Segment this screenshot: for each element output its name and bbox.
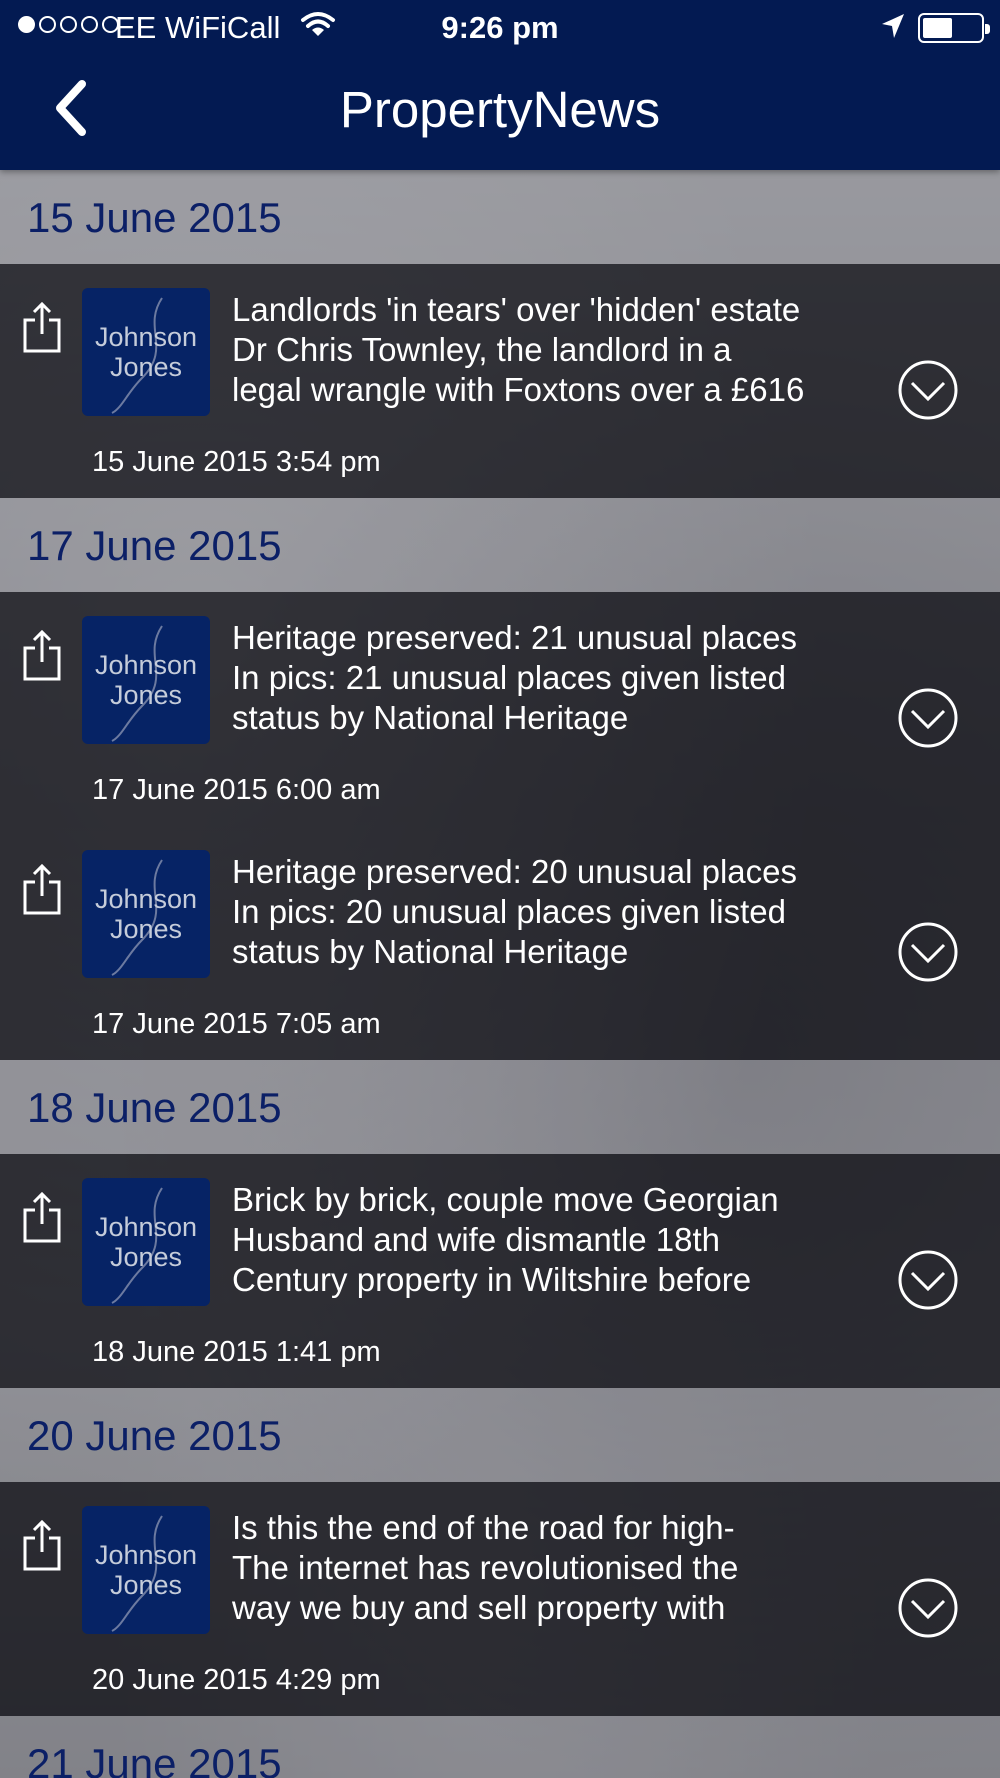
date-header: 17 June 2015 bbox=[0, 498, 1000, 592]
news-summary-line: The internet has revolutionised the bbox=[232, 1549, 739, 1586]
news-summary-line: legal wrangle with Foxtons over a £616 bbox=[232, 371, 805, 408]
news-timestamp: 15 June 2015 3:54 pm bbox=[92, 446, 381, 478]
logo-line1: Johnson bbox=[94, 884, 198, 914]
news-summary-line: In pics: 21 unusual places given listed bbox=[232, 659, 787, 696]
news-item[interactable]: Johnson Jones Heritage preserved: 21 unu… bbox=[0, 592, 1000, 826]
johnson-jones-logo: Johnson Jones bbox=[82, 1506, 210, 1634]
news-text: Heritage preserved: 20 unusual places In… bbox=[232, 852, 892, 972]
news-summary-line: Dr Chris Townley, the landlord in a bbox=[232, 331, 732, 368]
share-icon[interactable] bbox=[22, 628, 62, 682]
news-summary-line: status by National Heritage bbox=[232, 699, 629, 736]
news-text: Heritage preserved: 21 unusual places In… bbox=[232, 618, 892, 738]
logo-line2: Jones bbox=[109, 1570, 183, 1600]
news-timestamp: 17 June 2015 6:00 am bbox=[92, 774, 381, 806]
logo-line1: Johnson bbox=[94, 650, 198, 680]
logo-line1: Johnson bbox=[94, 1540, 198, 1570]
logo-line2: Jones bbox=[109, 914, 183, 944]
news-title: Brick by brick, couple move Georgian bbox=[232, 1181, 779, 1218]
news-summary-line: way we buy and sell property with bbox=[232, 1589, 726, 1626]
battery-nub bbox=[985, 24, 990, 34]
chevron-down-circle-icon[interactable] bbox=[897, 1577, 959, 1639]
news-text: Brick by brick, couple move Georgian Hus… bbox=[232, 1180, 892, 1300]
news-item[interactable]: Johnson Jones Brick by brick, couple mov… bbox=[0, 1154, 1000, 1388]
news-summary-line: Husband and wife dismantle 18th bbox=[232, 1221, 720, 1258]
johnson-jones-logo: Johnson Jones bbox=[82, 850, 210, 978]
news-timestamp: 17 June 2015 7:05 am bbox=[92, 1008, 381, 1040]
news-title: Is this the end of the road for high- bbox=[232, 1509, 735, 1546]
news-list: 15 June 2015 Johnson Jones Landlords 'in… bbox=[0, 170, 1000, 1778]
share-icon[interactable] bbox=[22, 1518, 62, 1572]
news-text: Landlords 'in tears' over 'hidden' estat… bbox=[232, 290, 892, 410]
page-title: PropertyNews bbox=[339, 81, 661, 138]
date-header: 20 June 2015 bbox=[0, 1388, 1000, 1482]
battery-level bbox=[923, 18, 952, 38]
chevron-down-circle-icon[interactable] bbox=[897, 359, 959, 421]
johnson-jones-logo: Johnson Jones bbox=[82, 616, 210, 744]
news-title: Heritage preserved: 21 unusual places bbox=[232, 619, 798, 656]
news-item[interactable]: Johnson Jones Landlords 'in tears' over … bbox=[0, 264, 1000, 498]
chevron-down-circle-icon[interactable] bbox=[897, 921, 959, 983]
news-text: Is this the end of the road for high- Th… bbox=[232, 1508, 892, 1628]
date-header: 15 June 2015 bbox=[0, 170, 1000, 264]
news-item[interactable]: Johnson Jones Heritage preserved: 20 unu… bbox=[0, 826, 1000, 1060]
date-header: 21 June 2015 bbox=[0, 1716, 1000, 1778]
nav-bar: PropertyNews bbox=[0, 56, 1000, 170]
news-summary-line: In pics: 20 unusual places given listed bbox=[232, 893, 787, 930]
share-icon[interactable] bbox=[22, 300, 62, 354]
logo-line1: Johnson bbox=[94, 322, 198, 352]
chevron-down-circle-icon[interactable] bbox=[897, 1249, 959, 1311]
logo-line2: Jones bbox=[109, 352, 183, 382]
chevron-down-circle-icon[interactable] bbox=[897, 687, 959, 749]
news-summary-line: status by National Heritage bbox=[232, 933, 629, 970]
logo-line1: Johnson bbox=[94, 1212, 198, 1242]
news-title: Heritage preserved: 20 unusual places bbox=[232, 853, 798, 890]
logo-line2: Jones bbox=[109, 680, 183, 710]
news-item[interactable]: Johnson Jones Is this the end of the roa… bbox=[0, 1482, 1000, 1716]
logo-line2: Jones bbox=[109, 1242, 183, 1272]
johnson-jones-logo: Johnson Jones bbox=[82, 288, 210, 416]
share-icon[interactable] bbox=[22, 862, 62, 916]
date-header: 18 June 2015 bbox=[0, 1060, 1000, 1154]
location-arrow-icon bbox=[882, 14, 904, 38]
top-bar: EE WiFiCall 9:26 pm PropertyNews bbox=[0, 0, 1000, 170]
johnson-jones-logo: Johnson Jones bbox=[82, 1178, 210, 1306]
battery-icon bbox=[918, 13, 990, 43]
share-icon[interactable] bbox=[22, 1190, 62, 1244]
news-timestamp: 20 June 2015 4:29 pm bbox=[92, 1664, 381, 1696]
status-bar: EE WiFiCall 9:26 pm bbox=[0, 0, 1000, 56]
news-timestamp: 18 June 2015 1:41 pm bbox=[92, 1336, 381, 1368]
status-time: 9:26 pm bbox=[441, 10, 559, 45]
news-title: Landlords 'in tears' over 'hidden' estat… bbox=[232, 291, 801, 328]
news-summary-line: Century property in Wiltshire before bbox=[232, 1261, 752, 1298]
